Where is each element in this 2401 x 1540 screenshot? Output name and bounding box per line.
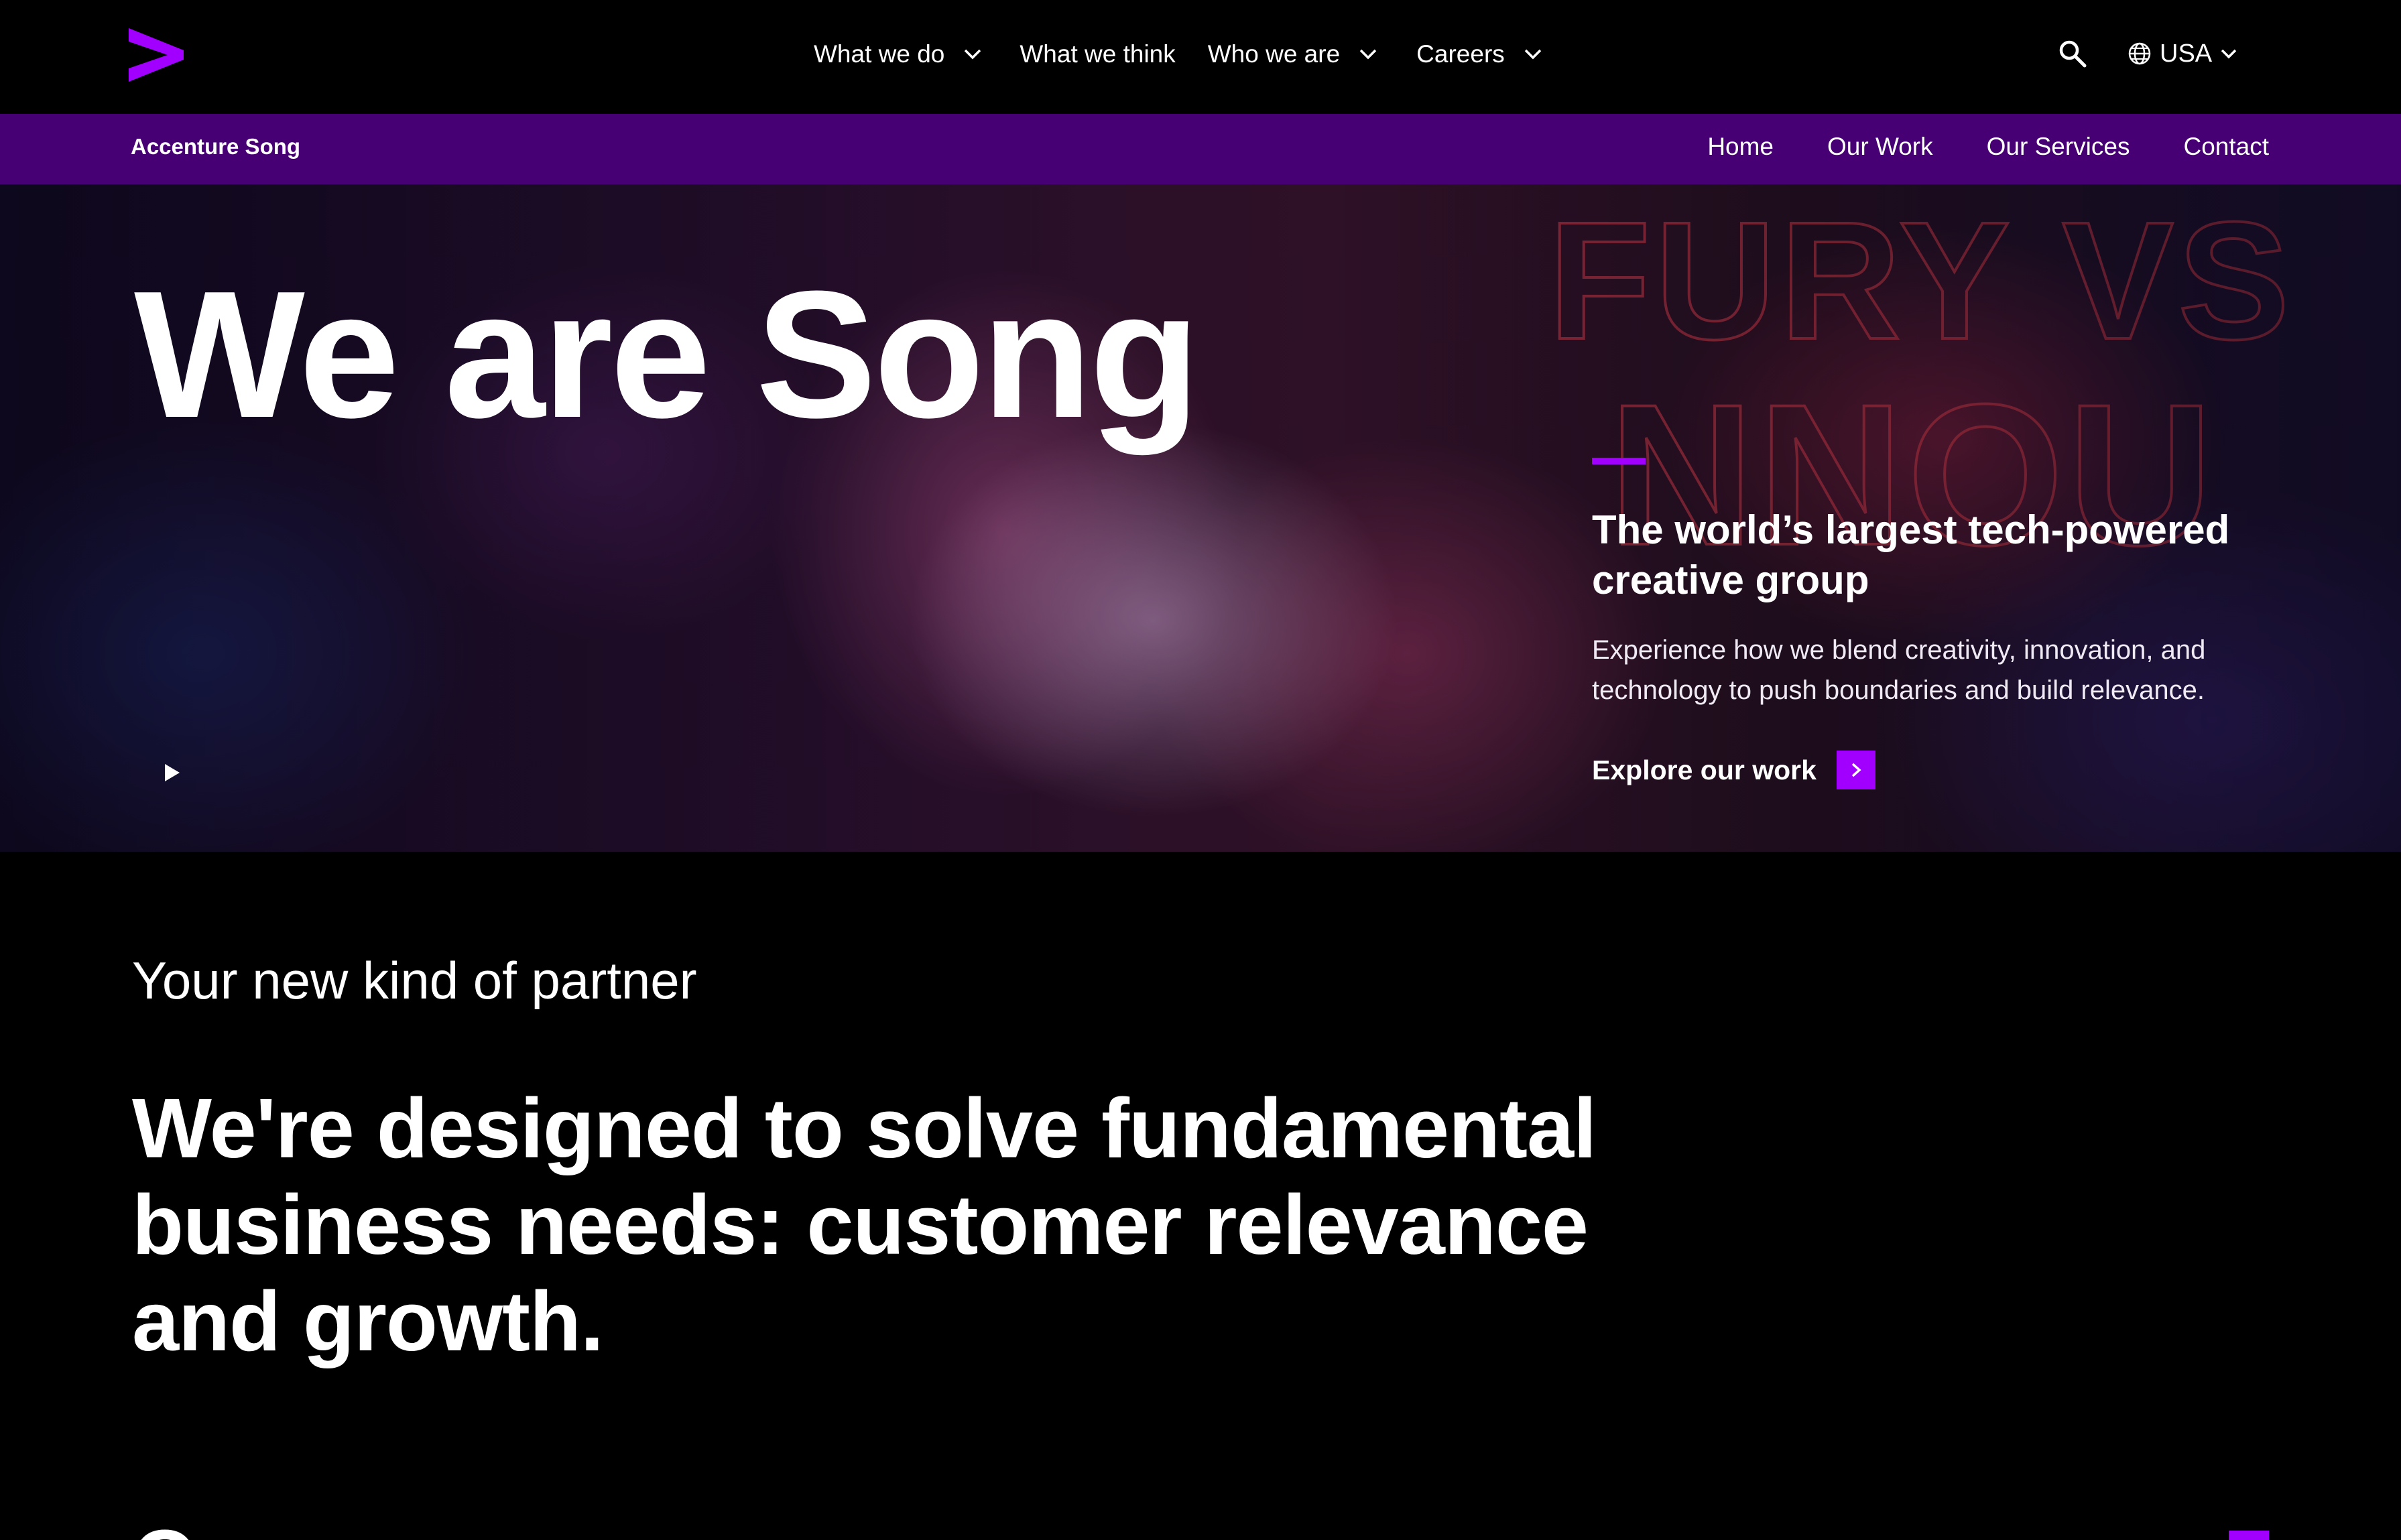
nav-item-careers[interactable]: Careers — [1416, 40, 1542, 68]
chevron-down-icon — [963, 48, 982, 60]
logo-chevron-icon — [129, 28, 184, 82]
explore-work-link[interactable]: Explore our work — [1592, 751, 1875, 789]
cta-arrow-button[interactable] — [1836, 751, 1875, 789]
accenture-logo[interactable] — [129, 28, 184, 82]
chevron-down-icon — [1359, 48, 1377, 60]
accent-bar — [1592, 458, 1646, 464]
search-icon — [2059, 40, 2087, 68]
subnav-link-home[interactable]: Home — [1707, 133, 1774, 161]
subnav-links: Home Our Work Our Services Contact — [1654, 133, 2269, 161]
globe-icon — [2128, 42, 2152, 66]
subnav-link-our-work[interactable]: Our Work — [1827, 133, 1933, 161]
chevron-down-icon — [1524, 48, 1542, 60]
chevron-down-icon — [2220, 48, 2237, 59]
nav-item-label: Careers — [1416, 40, 1505, 68]
nav-item-who-we-are[interactable]: Who we are — [1208, 40, 1377, 68]
sub-navigation: Accenture Song Home Our Work Our Service… — [0, 114, 2401, 184]
hero-description: Experience how we blend creativity, inno… — [1592, 635, 2206, 705]
chevron-right-icon — [1851, 763, 1861, 777]
nav-item-label: What we think — [1020, 40, 1176, 68]
nav-item-what-we-think[interactable]: What we think — [1020, 40, 1175, 68]
subnav-link-contact[interactable]: Contact — [2183, 133, 2269, 161]
section-eyebrow: Your new kind of partner — [132, 951, 697, 1010]
cta-label: Explore our work — [1592, 754, 1817, 785]
subnav-link-our-services[interactable]: Our Services — [1987, 133, 2130, 161]
search-button[interactable] — [2058, 39, 2087, 68]
section-statement: We're designed to solve fundamental busi… — [132, 1081, 1597, 1368]
subnav-brand[interactable]: Accenture Song — [131, 134, 300, 159]
hero-title: We are Song — [134, 254, 1200, 456]
play-icon — [165, 764, 180, 781]
locale-label: USA — [2160, 39, 2213, 68]
main-nav: What we do What we think Who we are Care… — [814, 34, 1542, 75]
next-section-heading-cutoff: O — [132, 1511, 198, 1540]
nav-item-label: What we do — [814, 40, 945, 68]
locale-selector[interactable]: USA — [2128, 36, 2237, 71]
accent-mark — [2229, 1531, 2269, 1540]
hero-video-section: FURY VS NNOU We are Song The world’s lar… — [0, 184, 2401, 852]
top-navigation: What we do What we think Who we are Care… — [0, 0, 2401, 114]
video-play-button[interactable] — [161, 762, 182, 783]
hero-tagline: The world’s largest tech-powered creativ… — [1592, 507, 2230, 602]
nav-item-label: Who we are — [1207, 40, 1341, 68]
nav-item-what-we-do[interactable]: What we do — [814, 40, 982, 68]
